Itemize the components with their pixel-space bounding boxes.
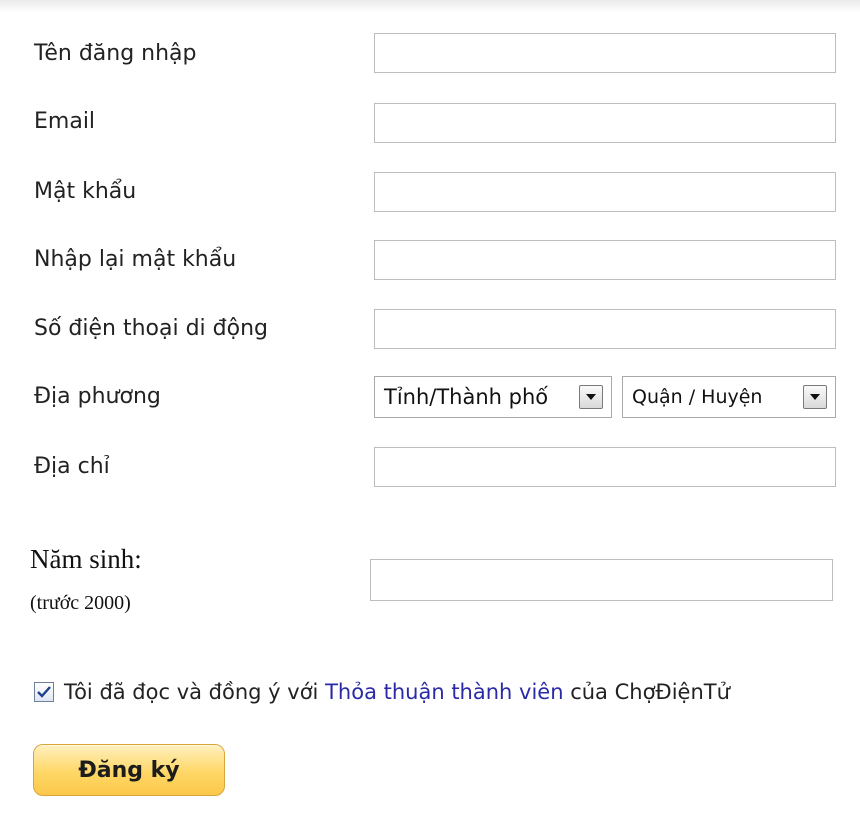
password-confirm-input[interactable] <box>374 240 836 280</box>
username-label: Tên đăng nhập <box>34 41 197 66</box>
dropdown-arrow-icon <box>586 394 596 400</box>
birth-year-hint: (trước 2000) <box>30 592 131 614</box>
chevron-down-icon[interactable] <box>579 385 603 409</box>
agreement-text-before: Tôi đã đọc và đồng ý với <box>64 680 319 704</box>
dropdown-arrow-icon <box>810 394 820 400</box>
province-select[interactable]: Tỉnh/Thành phố <box>374 376 612 418</box>
phone-label: Số điện thoại di động <box>34 316 268 341</box>
agreement-checkbox[interactable] <box>34 682 54 702</box>
birth-year-input[interactable] <box>370 559 833 601</box>
password-label: Mật khẩu <box>34 179 137 204</box>
chevron-down-icon[interactable] <box>803 385 827 409</box>
province-select-value: Tỉnh/Thành phố <box>384 385 549 409</box>
checkmark-icon <box>37 686 51 698</box>
email-label: Email <box>34 109 96 134</box>
register-button[interactable]: Đăng ký <box>33 744 225 796</box>
location-label: Địa phương <box>34 384 161 409</box>
terms-link[interactable]: Thỏa thuận thành viên <box>325 680 563 704</box>
username-input[interactable] <box>374 33 836 73</box>
top-shadow <box>0 0 860 12</box>
agreement-row: Tôi đã đọc và đồng ý với Thỏa thuận thàn… <box>34 680 730 704</box>
address-input[interactable] <box>374 447 836 487</box>
address-label: Địa chỉ <box>34 454 110 479</box>
password-confirm-label: Nhập lại mật khẩu <box>34 247 237 272</box>
district-select-value: Quận / Huyện <box>632 386 763 408</box>
district-select[interactable]: Quận / Huyện <box>622 376 836 418</box>
agreement-text-after: của ChợĐiệnTử <box>570 680 730 704</box>
password-input[interactable] <box>374 172 836 212</box>
birth-year-label: Năm sinh: <box>30 544 142 574</box>
phone-input[interactable] <box>374 309 836 349</box>
email-input[interactable] <box>374 103 836 143</box>
